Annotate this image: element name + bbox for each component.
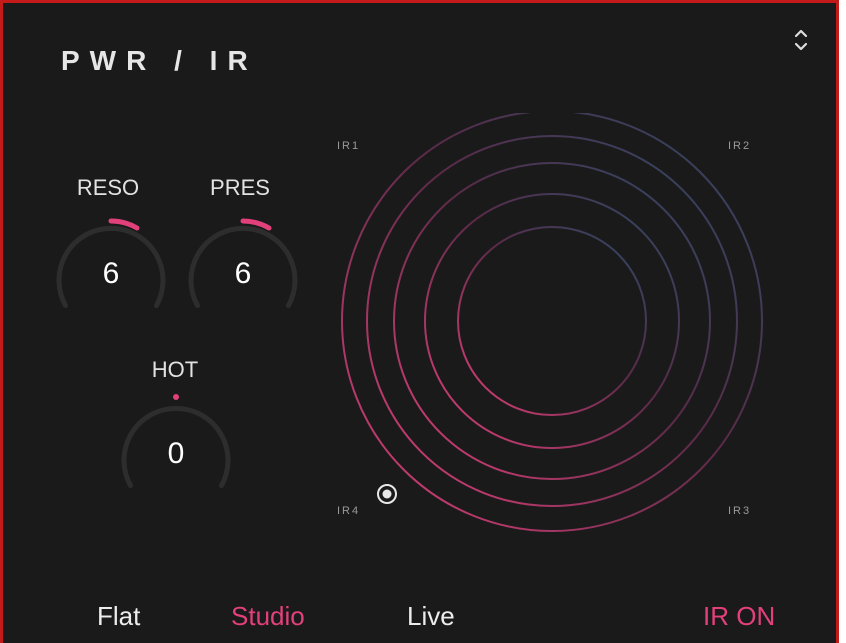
ir4-label: IR4 (337, 505, 361, 517)
pres-label: PRES (210, 175, 270, 200)
chevron-up-down-icon[interactable] (789, 23, 813, 57)
ir1-label: IR1 (337, 140, 361, 152)
reso-label: RESO (76, 175, 140, 200)
pres-value: 6 (234, 257, 252, 290)
plugin-panel: PWR / IR RESO 6 PRES 6 HOT 0 IR1 IR2 IR3… (0, 0, 839, 643)
reso-value: 6 (102, 257, 120, 290)
ir-blend-pad[interactable] (333, 113, 773, 553)
target-icon[interactable] (375, 482, 399, 506)
hot-value: 0 (167, 437, 185, 470)
mode-studio[interactable]: Studio (231, 601, 305, 632)
ir3-label: IR3 (728, 505, 752, 517)
ir-on-toggle[interactable]: IR ON (703, 601, 775, 632)
hot-label: HOT (151, 357, 199, 382)
panel-title: PWR / IR (61, 45, 258, 76)
ir2-label: IR2 (728, 140, 752, 152)
mode-flat[interactable]: Flat (97, 601, 140, 632)
mode-live[interactable]: Live (407, 601, 455, 632)
